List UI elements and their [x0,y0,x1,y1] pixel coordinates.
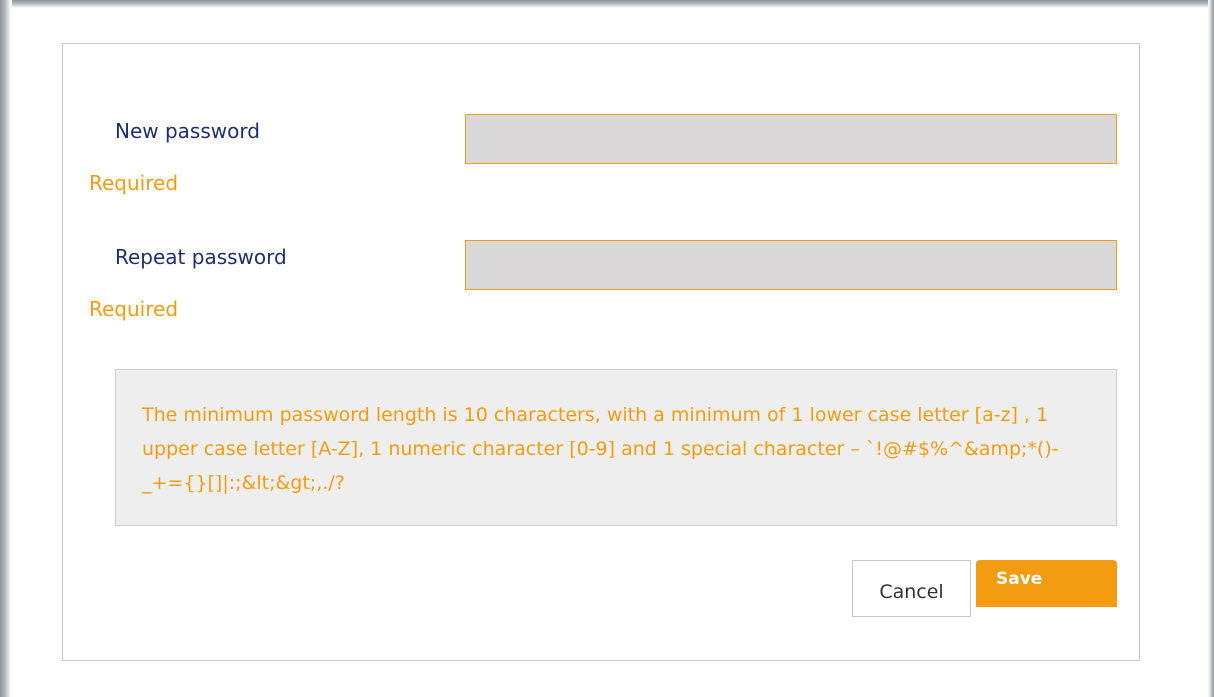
window-frame-right [1208,0,1214,697]
window-frame-left [0,0,12,697]
save-button-label: Save [996,569,1043,589]
new-password-input[interactable] [465,114,1117,164]
save-button[interactable]: Save [976,560,1117,607]
new-password-label: New password [115,119,260,143]
repeat-password-input[interactable] [465,240,1117,290]
cancel-button[interactable]: Cancel [852,560,971,617]
new-password-required-error: Required [89,171,179,195]
password-requirements-hint: The minimum password length is 10 charac… [115,369,1117,526]
change-password-dialog: New password Required Repeat password Re… [62,43,1140,661]
repeat-password-label: Repeat password [115,245,287,269]
window-frame-top [0,0,1214,8]
password-requirements-text: The minimum password length is 10 charac… [142,404,1059,494]
repeat-password-required-error: Required [89,297,179,321]
